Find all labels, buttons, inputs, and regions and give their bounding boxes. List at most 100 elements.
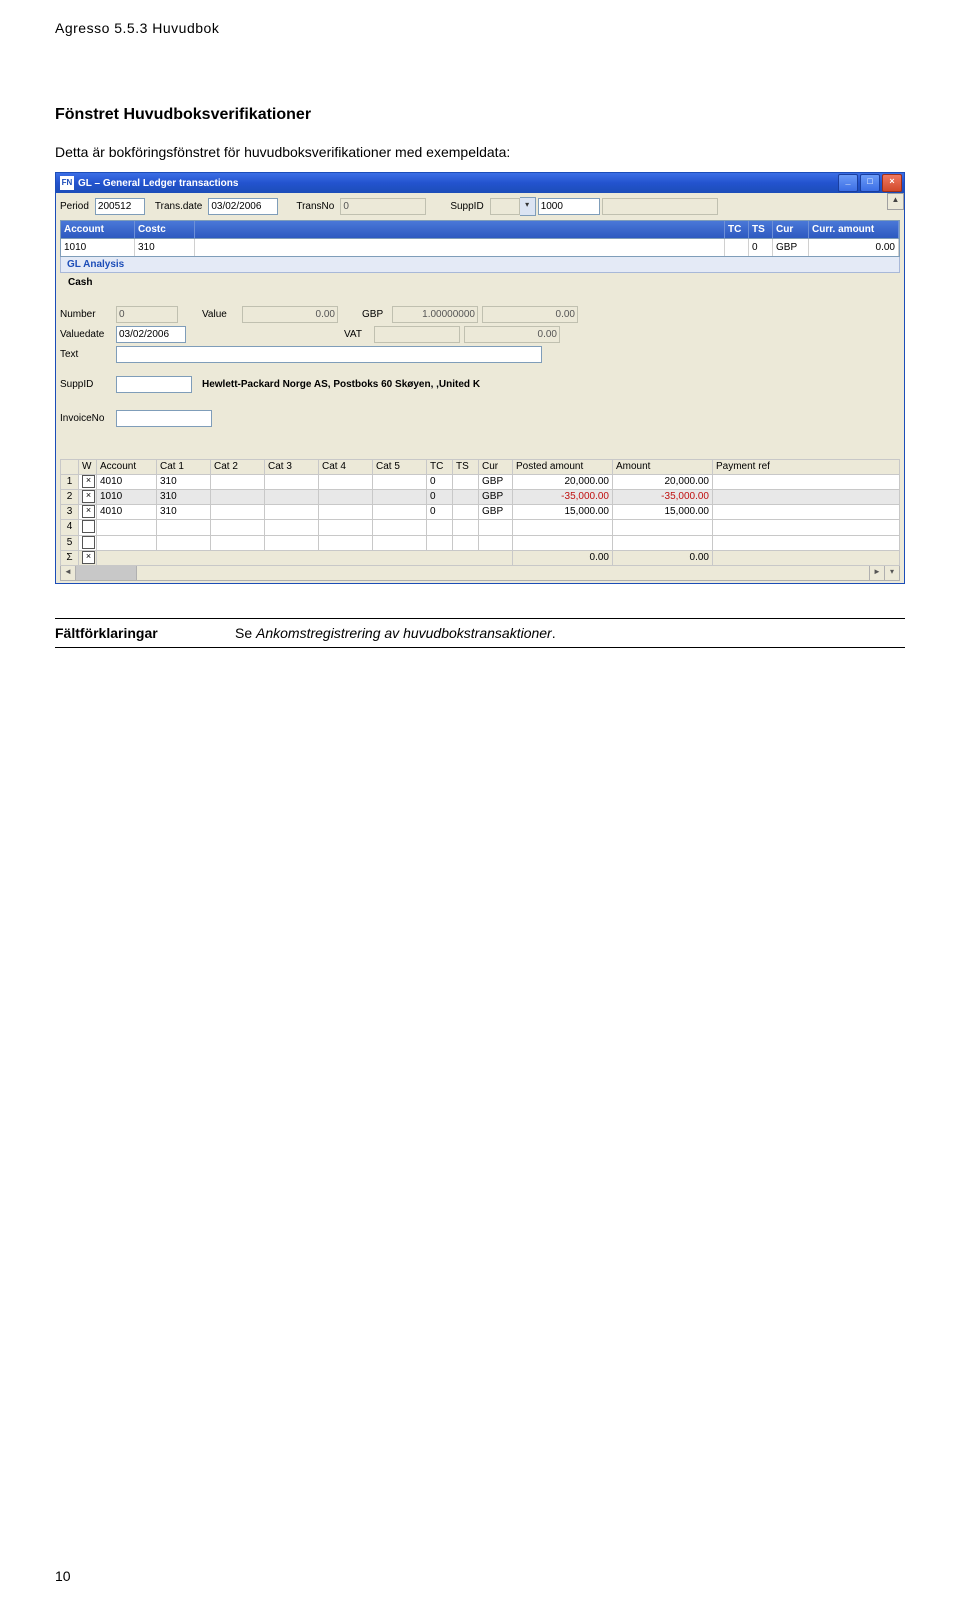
val-ts[interactable]: 0 bbox=[749, 239, 773, 256]
val-account[interactable]: 1010 bbox=[61, 239, 135, 256]
gbp-rate-input: 1.00000000 bbox=[392, 306, 478, 323]
grid-header-row: W Account Cat 1 Cat 2 Cat 3 Cat 4 Cat 5 … bbox=[61, 460, 900, 475]
grid-hdr-payref: Payment ref bbox=[713, 460, 900, 475]
lines-grid[interactable]: W Account Cat 1 Cat 2 Cat 3 Cat 4 Cat 5 … bbox=[60, 459, 900, 566]
transdate-input[interactable]: 03/02/2006 bbox=[208, 198, 278, 215]
hdr-ts: TS bbox=[749, 221, 773, 238]
lines-grid-wrapper: W Account Cat 1 Cat 2 Cat 3 Cat 4 Cat 5 … bbox=[60, 459, 900, 581]
grid-hscroll: ◄ ► ▾ bbox=[60, 566, 900, 581]
row-checkbox[interactable] bbox=[79, 520, 97, 535]
valuedate-label: Valuedate bbox=[60, 329, 116, 340]
grid-hdr-w: W bbox=[79, 460, 97, 475]
page-number: 10 bbox=[55, 1568, 71, 1584]
scroll-right-button[interactable]: ► bbox=[869, 566, 884, 580]
titlebar[interactable]: FN GL – General Ledger transactions _ □ … bbox=[56, 173, 904, 193]
row-checkbox[interactable] bbox=[79, 535, 97, 550]
grid-hdr-ts: TS bbox=[453, 460, 479, 475]
top-params-row: Period 200512 Trans.date 03/02/2006 Tran… bbox=[60, 197, 900, 216]
sum-row: Σ×0.000.00 bbox=[61, 550, 900, 565]
intro-text: Detta är bokföringsfönstret för huvudbok… bbox=[55, 144, 905, 160]
minimize-button[interactable]: _ bbox=[838, 174, 858, 192]
gl-analysis-tab[interactable]: GL Analysis bbox=[60, 257, 900, 273]
row-number[interactable]: 2 bbox=[61, 490, 79, 505]
val-tc[interactable] bbox=[725, 239, 749, 256]
grid-hdr-cat5: Cat 5 bbox=[373, 460, 427, 475]
scroll-thumb[interactable] bbox=[76, 566, 137, 580]
window-icon: FN bbox=[60, 176, 74, 190]
valuedate-input[interactable]: 03/02/2006 bbox=[116, 326, 186, 343]
row-checkbox[interactable]: × bbox=[79, 505, 97, 520]
transdate-label: Trans.date bbox=[155, 201, 202, 212]
grid-hdr-cat2: Cat 2 bbox=[211, 460, 265, 475]
value-input: 0.00 bbox=[242, 306, 338, 323]
hdr-account: Account bbox=[61, 221, 135, 238]
supplier-description: Hewlett-Packard Norge AS, Postboks 60 Sk… bbox=[202, 379, 480, 390]
number-label: Number bbox=[60, 309, 116, 320]
field-text-em: Ankomstregistrering av huvudbokstransakt… bbox=[256, 625, 552, 641]
row-number[interactable]: 5 bbox=[61, 535, 79, 550]
number-input: 0 bbox=[116, 306, 178, 323]
row-checkbox[interactable]: × bbox=[79, 490, 97, 505]
table-row[interactable]: 4 bbox=[61, 520, 900, 535]
hdr-costc: Costc bbox=[135, 221, 195, 238]
table-row[interactable]: 2×10103100GBP-35,000.00-35,000.00 bbox=[61, 490, 900, 505]
suppid-code-input bbox=[490, 198, 520, 215]
field-text-suffix: . bbox=[552, 625, 556, 641]
scroll-left-button[interactable]: ◄ bbox=[61, 566, 76, 580]
field-text-cell: Se Ankomstregistrering av huvudbokstrans… bbox=[235, 618, 905, 647]
grid-hdr-posted: Posted amount bbox=[513, 460, 613, 475]
scroll-up-button[interactable]: ▲ bbox=[887, 193, 904, 210]
text-label: Text bbox=[60, 349, 116, 360]
text-input[interactable] bbox=[116, 346, 542, 363]
invoiceno-input[interactable] bbox=[116, 410, 212, 427]
suppid-input[interactable]: 1000 bbox=[538, 198, 600, 215]
val-curramt[interactable]: 0.00 bbox=[809, 239, 899, 256]
transno-label: TransNo bbox=[296, 201, 334, 212]
row-number[interactable]: 3 bbox=[61, 505, 79, 520]
suppid-dropdown-button[interactable]: ▾ bbox=[520, 197, 536, 216]
vat-label: VAT bbox=[344, 329, 374, 340]
suppid2-label: SuppID bbox=[60, 379, 116, 390]
running-head: Agresso 5.5.3 Huvudbok bbox=[55, 20, 905, 36]
value-label: Value bbox=[202, 309, 242, 320]
hdr-cur: Cur bbox=[773, 221, 809, 238]
window-title: GL – General Ledger transactions bbox=[78, 178, 836, 189]
period-label: Period bbox=[60, 201, 89, 212]
field-explanations-table: Fältförklaringar Se Ankomstregistrering … bbox=[55, 618, 905, 648]
grid-hdr-cat3: Cat 3 bbox=[265, 460, 319, 475]
table-row[interactable]: 3×40103100GBP15,000.0015,000.00 bbox=[61, 505, 900, 520]
val-costc[interactable]: 310 bbox=[135, 239, 195, 256]
maximize-button[interactable]: □ bbox=[860, 174, 880, 192]
scroll-down-button[interactable]: ▾ bbox=[884, 566, 899, 580]
grid-hdr-cat1: Cat 1 bbox=[157, 460, 211, 475]
grid-hdr-rownum bbox=[61, 460, 79, 475]
table-row[interactable]: 5 bbox=[61, 535, 900, 550]
suppid2-input[interactable] bbox=[116, 376, 192, 393]
close-button[interactable]: × bbox=[882, 174, 902, 192]
table-row[interactable]: 1×40103100GBP20,000.0020,000.00 bbox=[61, 475, 900, 490]
grid-hdr-cat4: Cat 4 bbox=[319, 460, 373, 475]
gbp-amount-input: 0.00 bbox=[482, 306, 578, 323]
field-text-prefix: Se bbox=[235, 625, 256, 641]
gbp-label: GBP bbox=[362, 309, 392, 320]
header-columns-bar: Account Costc TC TS Cur Curr. amount bbox=[60, 220, 900, 239]
hdr-curramt: Curr. amount bbox=[809, 221, 899, 238]
suppid-desc-input bbox=[602, 198, 718, 215]
vat-amount-input: 0.00 bbox=[464, 326, 560, 343]
transno-input: 0 bbox=[340, 198, 426, 215]
gl-window: FN GL – General Ledger transactions _ □ … bbox=[55, 172, 905, 584]
cash-subheader: Cash bbox=[60, 273, 900, 290]
row-checkbox[interactable]: × bbox=[79, 475, 97, 490]
grid-hdr-tc: TC bbox=[427, 460, 453, 475]
row-number[interactable]: 4 bbox=[61, 520, 79, 535]
period-input[interactable]: 200512 bbox=[95, 198, 145, 215]
val-cur[interactable]: GBP bbox=[773, 239, 809, 256]
grid-hdr-amount: Amount bbox=[613, 460, 713, 475]
suppid-label: SuppID bbox=[450, 201, 483, 212]
header-values-row: 1010 310 0 GBP 0.00 bbox=[60, 239, 900, 257]
scroll-track[interactable] bbox=[137, 566, 869, 580]
row-number[interactable]: 1 bbox=[61, 475, 79, 490]
field-heading: Fältförklaringar bbox=[55, 618, 235, 647]
grid-hdr-account: Account bbox=[97, 460, 157, 475]
vat-code-input bbox=[374, 326, 460, 343]
